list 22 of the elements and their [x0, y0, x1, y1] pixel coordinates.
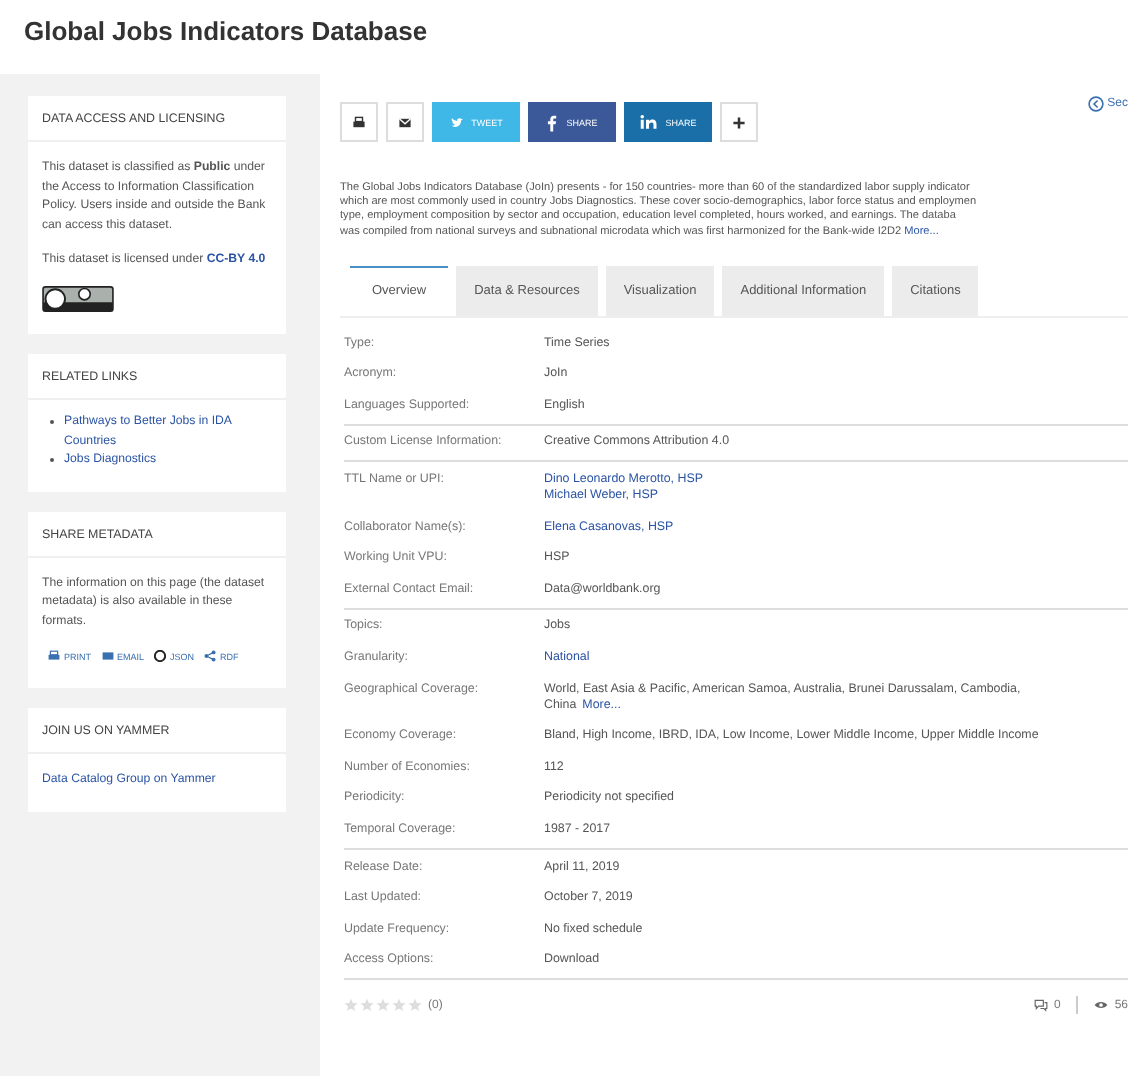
page-title: Global Jobs Indicators Database [22, 14, 430, 50]
envelope-icon [101, 650, 113, 663]
print-icon [48, 650, 60, 663]
facebook-icon [546, 113, 559, 131]
linkedin-icon [639, 114, 658, 130]
bird-icon [449, 115, 464, 129]
star-icon[interactable] [344, 998, 358, 1013]
print-icon [352, 115, 366, 129]
email-button[interactable] [386, 102, 424, 142]
share-icon [204, 650, 217, 663]
comment-icon [1033, 998, 1048, 1013]
envelope-icon [398, 115, 412, 129]
cc-by-badge-icon [42, 285, 114, 312]
eye-icon [1094, 998, 1109, 1013]
back-arrow-icon [1087, 96, 1104, 112]
print-button[interactable] [340, 102, 378, 142]
star-icon[interactable] [392, 998, 406, 1013]
star-icon[interactable] [360, 998, 374, 1013]
star-icon[interactable] [376, 998, 390, 1013]
plus-icon [732, 115, 746, 129]
more-button[interactable] [720, 102, 758, 142]
star-icon[interactable] [408, 998, 422, 1013]
